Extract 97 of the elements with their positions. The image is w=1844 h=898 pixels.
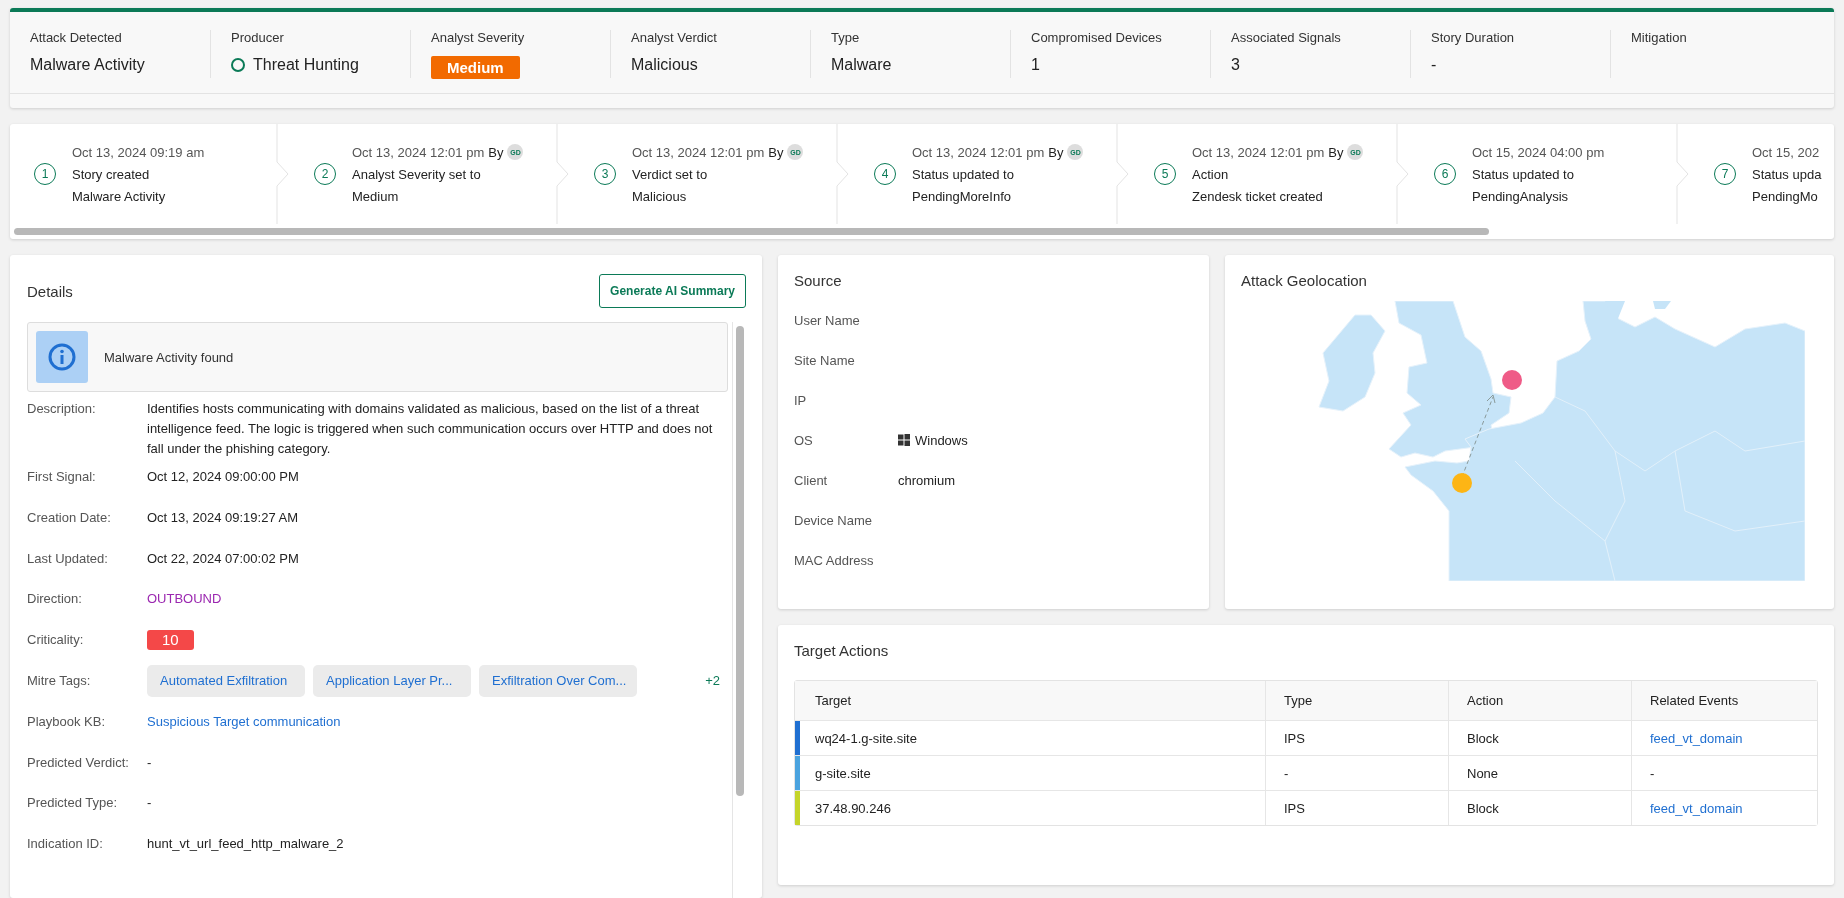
panel-title: Attack Geolocation — [1241, 272, 1368, 289]
step-title: Action — [1192, 167, 1230, 182]
field-value: 3 — [1231, 56, 1241, 74]
detail-value: Identifies hosts communicating with domains validated as malicious, based on the list of a threat intelligence feed. The logic is triggered when such communication occurs over HTTP and does not fall under the phishing category. — [147, 400, 714, 458]
step-title: Status updated to — [912, 167, 1015, 182]
step-time: Oct 13, 2024 12:01 pm — [352, 144, 485, 160]
field-value: Malware Activity — [30, 56, 146, 74]
step-time: Oct 15, 2024 04:00 pm — [1472, 144, 1605, 160]
step-title: Status updated to — [1472, 166, 1575, 182]
generate-ai-summary-button[interactable]: Generate AI Summary — [599, 274, 746, 308]
info-icon — [36, 331, 88, 383]
source-label: Device Name — [794, 512, 874, 528]
field-value: - — [1431, 56, 1438, 74]
field-label: Story Duration — [1431, 30, 1516, 45]
field-label: Attack Detected — [30, 30, 123, 45]
source-value: chromium — [898, 472, 956, 488]
direction-value: OUTBOUND — [147, 590, 223, 609]
origin-marker[interactable] — [1452, 473, 1472, 493]
criticality-badge: 10 — [147, 630, 194, 651]
field-label: Mitigation — [1631, 30, 1688, 45]
source-label: MAC Address — [794, 552, 875, 568]
detail-value: Oct 22, 2024 07:00:02 PM — [147, 549, 300, 568]
detail-label: Predicted Verdict: — [27, 753, 130, 772]
field-label: Compromised Devices — [1031, 30, 1163, 45]
panel-title: Details — [27, 282, 73, 300]
mitre-tag[interactable]: Automated Exfiltration — [147, 665, 305, 697]
step-title: Analyst Severity set to — [352, 167, 482, 182]
destination-marker[interactable] — [1502, 370, 1522, 390]
field-label: Associated Signals — [1231, 30, 1342, 45]
panel-title: Target Actions — [794, 642, 889, 659]
table-cell: IPS — [1265, 791, 1448, 825]
step-detail: Malicious — [632, 189, 688, 204]
detail-value: - — [147, 753, 153, 772]
horizontal-scrollbar[interactable] — [14, 228, 1489, 235]
by-label: By — [1048, 144, 1064, 160]
source-label: Client — [794, 472, 829, 488]
playbook-link[interactable]: Suspicious Target communication — [147, 711, 341, 753]
table-cell-text: g-site.site — [814, 764, 872, 783]
step-title: Story created — [72, 166, 151, 182]
detail-label: Description: — [27, 400, 97, 418]
windows-icon — [898, 434, 910, 446]
field-label: Producer — [231, 30, 285, 45]
source-label: Site Name — [794, 352, 856, 368]
detail-label: Playbook KB: — [27, 712, 107, 731]
step-detail: Zendesk ticket created — [1192, 189, 1324, 204]
detail-value: hunt_vt_url_feed_http_malware_2 — [147, 835, 345, 854]
vertical-scrollbar[interactable] — [736, 326, 744, 796]
step-detail: PendingAnalysis — [1472, 188, 1570, 204]
ring-icon — [231, 58, 245, 72]
step-title: Status upda — [1752, 166, 1822, 182]
step-time: Oct 13, 2024 12:01 pm — [632, 144, 765, 160]
detail-label: Indication ID: — [27, 835, 104, 854]
detail-value: - — [147, 794, 153, 813]
detail-value: Oct 13, 2024 09:19:27 AM — [147, 508, 300, 527]
step-title: Verdict set to — [632, 167, 709, 182]
more-tags-count[interactable]: +2 — [705, 673, 720, 689]
panel-title: Source — [794, 272, 842, 289]
field-value: Malware — [831, 56, 893, 74]
detail-label: First Signal: — [27, 468, 97, 486]
field-label: Type — [831, 30, 861, 45]
detail-value: Oct 12, 2024 09:00:00 PM — [147, 468, 300, 486]
step-time: Oct 15, 202 — [1752, 144, 1820, 160]
step-time: Oct 13, 2024 09:19 am — [72, 144, 205, 160]
related-event-link[interactable]: feed_vt_domain — [1650, 730, 1743, 746]
related-event-link[interactable]: feed_vt_domain — [1650, 800, 1743, 816]
field-label: Analyst Verdict — [631, 30, 718, 45]
by-label: By — [488, 144, 504, 160]
field-value: Threat Hunting — [253, 56, 359, 74]
source-value: Windows — [915, 432, 968, 448]
field-value: 1 — [1031, 56, 1041, 74]
detail-label: Criticality: — [27, 631, 85, 650]
table-cell-text: 37.48.90.246 — [814, 799, 892, 818]
step-detail: Malware Activity — [72, 188, 167, 204]
alert-text: Malware Activity found — [104, 349, 234, 365]
detail-label: Creation Date: — [27, 508, 112, 527]
detail-label: Direction: — [27, 590, 83, 609]
source-label: OS — [794, 432, 814, 448]
step-detail: PendingMoreInfo — [912, 189, 1012, 204]
severity-badge: Medium — [431, 56, 520, 79]
step-time: Oct 13, 2024 12:01 pm — [1192, 144, 1325, 160]
source-label: User Name — [794, 312, 861, 328]
mitre-tag[interactable]: Application Layer Pr... — [313, 665, 471, 697]
by-label: By — [1328, 144, 1344, 160]
table-cell-text: wq24-1.g-site.site — [814, 729, 918, 748]
by-label: By — [768, 144, 784, 160]
table-cell: Block — [1448, 791, 1631, 825]
field-label: Analyst Severity — [431, 30, 526, 45]
detail-label: Last Updated: — [27, 549, 109, 568]
step-detail: Medium — [352, 189, 400, 204]
detail-label: Predicted Type: — [27, 794, 119, 813]
field-value: Malicious — [631, 56, 699, 74]
step-detail: PendingMo — [1752, 188, 1819, 204]
mitre-tag[interactable]: Exfiltration Over Com... — [479, 665, 637, 697]
detail-label: Mitre Tags: — [27, 672, 92, 690]
column-header: Target — [814, 692, 853, 710]
source-label: IP — [794, 392, 808, 408]
step-time: Oct 13, 2024 12:01 pm — [912, 144, 1045, 160]
